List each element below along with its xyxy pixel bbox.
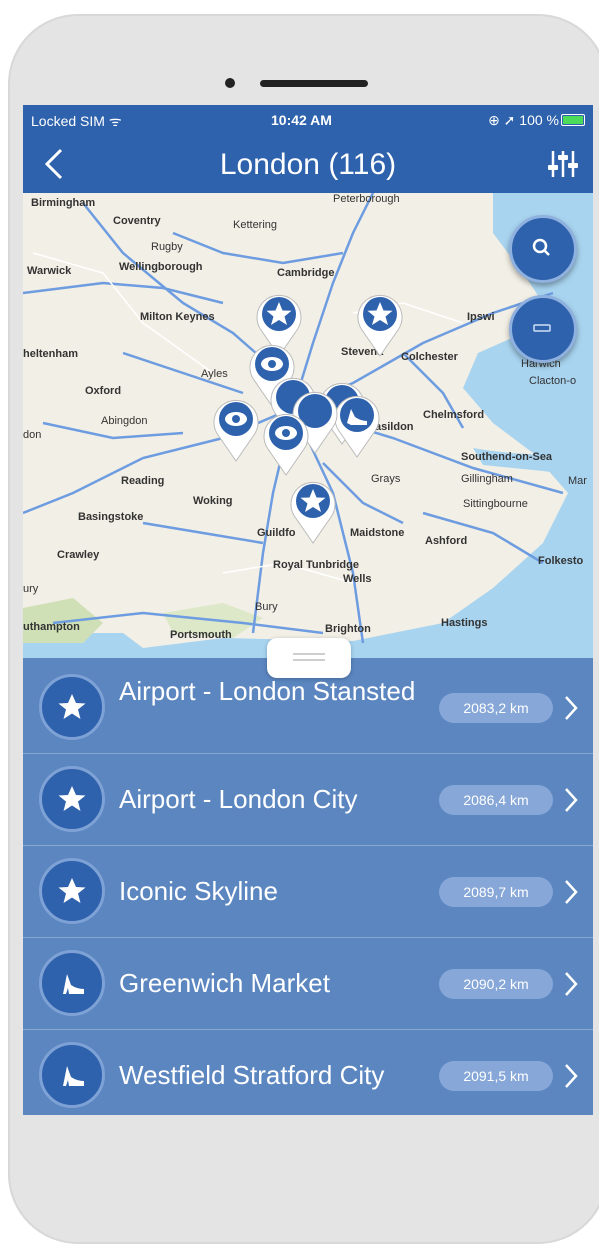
city-label: Peterborough [333,193,400,205]
drawer-handle[interactable] [267,638,351,678]
city-label: Rugby [151,241,183,253]
city-label: Sittingbourne [463,498,528,510]
city-label: Hastings [441,617,488,629]
page-title: London (116) [219,148,397,181]
city-label: Maidstone [350,527,405,539]
city-label: Basingstoke [78,511,144,523]
camera-dot [225,78,235,88]
city-label: Ipswi [467,311,495,323]
distance-badge: 2091,5 km [439,1061,553,1091]
city-label: Gillingham [461,473,513,485]
city-label: Kettering [233,219,278,231]
distance-badge: 2090,2 km [439,969,553,999]
map-search-button[interactable] [509,215,577,283]
places-list[interactable]: Airport - London Stansted 2083,2 km Airp… [23,661,593,1115]
battery-icon [561,114,585,126]
city-label: Wells [343,573,372,585]
city-label: Birmingham [31,197,96,209]
filter-sliders-icon[interactable] [547,149,579,179]
list-item[interactable]: Westfield Stratford City 2091,5 km [23,1029,593,1115]
city-label: Colchester [401,351,458,363]
list-item[interactable]: Greenwich Market 2090,2 km [23,937,593,1030]
city-label: uthampton [23,621,80,633]
status-right: ⊕ ➚ 100 % [488,112,559,128]
distance-badge: 2089,7 km [439,877,553,907]
city-label: Portsmouth [170,629,232,641]
city-label: Cambridge [277,267,335,279]
city-label: don [23,429,42,441]
list-item[interactable]: Iconic Skyline 2089,7 km [23,845,593,938]
chevron-right-icon [565,1064,578,1088]
status-bar: Locked SIM ᯤ 10:42 AM ⊕ ➚ 100 % [23,105,593,135]
chevron-right-icon [565,696,578,720]
city-label: Royal Tunbridge [273,559,359,571]
list-item-title: Airport - London City [119,784,358,814]
city-label: Mar [568,475,587,487]
list-item-title: Airport - London Stansted [119,676,416,706]
city-label: Reading [121,475,165,487]
city-label: Chelmsford [423,409,485,421]
carrier-label: Locked SIM ᯤ [31,113,122,129]
city-label: Ashford [425,535,468,547]
list-item-title: Iconic Skyline [119,876,278,906]
chevron-right-icon [565,972,578,996]
city-label: Brighton [325,623,371,635]
city-label: heltenham [23,348,79,360]
city-label: Clacton-o [529,375,577,387]
city-label: Coventry [113,215,161,227]
map-pin-star-icon[interactable] [287,475,339,545]
star-icon [39,858,105,924]
clock: 10:42 AM [271,112,332,128]
map-pin-eye-icon[interactable] [210,393,262,463]
list-item[interactable]: Airport - London City 2086,4 km [23,753,593,846]
city-label: Warwick [27,265,72,277]
list-item-title: Greenwich Market [119,968,330,998]
city-label: Southend-on-Sea [461,451,553,463]
distance-badge: 2083,2 km [439,693,553,723]
map-layers-button[interactable] [509,295,577,363]
map-view[interactable]: Birmingham Coventry Kettering Peterborou… [23,193,593,658]
map-pin-star-icon[interactable] [354,288,406,358]
star-icon [39,766,105,832]
city-label: Woking [193,495,233,507]
city-label: Milton Keynes [140,311,215,323]
distance-badge: 2086,4 km [439,785,553,815]
city-label: Crawley [57,549,100,561]
city-label: Wellingborough [119,261,203,273]
city-label: Oxford [85,385,122,397]
list-item-title: Westfield Stratford City [119,1060,385,1090]
map-pin-eye-icon[interactable] [260,407,312,477]
city-label: Bury [255,601,278,613]
city-label: ury [23,583,39,595]
shoe-icon [39,1042,105,1108]
app-screen: Locked SIM ᯤ 10:42 AM ⊕ ➚ 100 % London (… [23,105,593,1115]
chevron-right-icon [565,788,578,812]
city-label: Ayles [201,368,228,380]
city-label: Grays [371,473,401,485]
chevron-right-icon [565,880,578,904]
shoe-icon [39,950,105,1016]
speaker-grille [260,80,368,87]
nav-bar: London (116) [23,135,593,193]
city-label: Folkesto [538,555,584,567]
search-icon [532,238,550,256]
map-layers-icon [533,324,551,332]
city-label: Abingdon [101,415,148,427]
star-icon [39,674,105,740]
